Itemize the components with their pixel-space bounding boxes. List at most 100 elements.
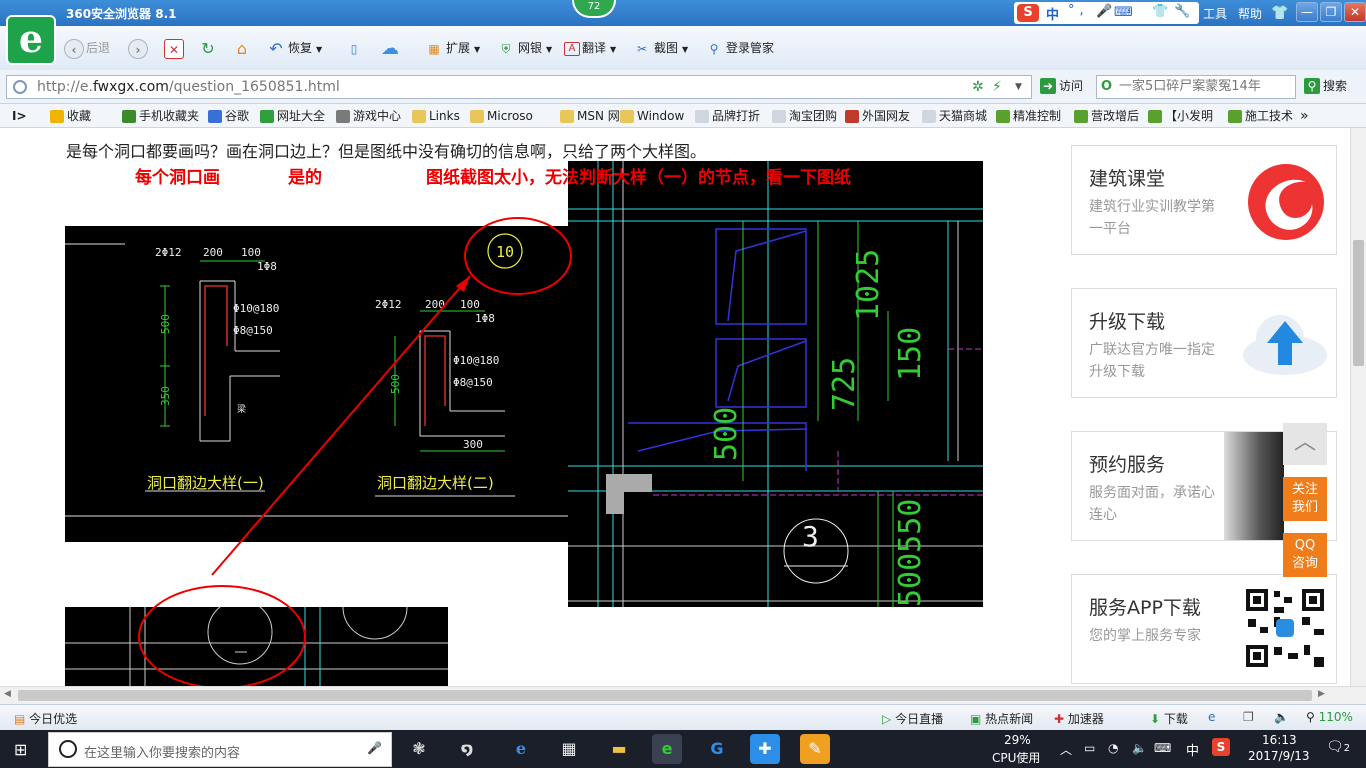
follow-us-button[interactable]: 关注我们	[1283, 477, 1327, 521]
today-picks[interactable]: ▤ 今日优选	[14, 710, 77, 727]
skin-shirt-icon[interactable]: 👕	[1271, 5, 1288, 21]
visit-button[interactable]: ➜ 访问	[1040, 77, 1083, 94]
chevron-down-icon[interactable]: ▼	[1015, 76, 1022, 98]
bookmark-item[interactable]: 手机收藏夹	[122, 107, 199, 125]
play-icon: ▷	[882, 712, 892, 726]
keyboard-icon[interactable]: ⌨	[1114, 5, 1133, 20]
ime-indicator[interactable]: 中	[1186, 740, 1199, 759]
window-icon[interactable]: ❐	[1243, 710, 1254, 724]
tray-expand-icon[interactable]: ︿	[1060, 741, 1072, 758]
bookmark-item[interactable]: 游戏中心	[336, 107, 401, 125]
loading-icon[interactable]: ✲	[972, 76, 984, 98]
ime-punct[interactable]: °,	[1068, 3, 1089, 18]
task-view-icon[interactable]: ❃	[404, 734, 434, 764]
extend-button[interactable]: ▦ 扩展 ▼	[424, 36, 480, 60]
volume-icon[interactable]: 🔈	[1132, 741, 1147, 755]
bookmark-item[interactable]: MSN 网	[560, 107, 620, 125]
sidebar-card-course[interactable]: 建筑课堂 建筑行业实训教学第一平台	[1071, 145, 1337, 255]
store-icon[interactable]: ▦	[554, 734, 584, 764]
stop-button[interactable]: ✕	[164, 36, 186, 60]
screenshot-button[interactable]: ✂ 截图 ▼	[632, 36, 688, 60]
ime-toolbar[interactable]: S 中 °, 🎤 ⌨ 👕 🔧	[1014, 2, 1199, 24]
file-explorer-icon[interactable]: ▬	[604, 734, 634, 764]
sogou-tray-icon[interactable]: S	[1212, 738, 1230, 756]
download-manager[interactable]: ⬇ 下载	[1150, 710, 1188, 727]
home-button[interactable]: ⌂	[232, 36, 254, 60]
cloud-button[interactable]: ☁	[380, 36, 402, 60]
wifi-icon[interactable]: ◔	[1108, 741, 1118, 755]
search-input[interactable]: O 一家5口碎尸案蒙冤14年	[1096, 75, 1296, 99]
zoom-level[interactable]: ⚲ 110%	[1306, 710, 1353, 724]
back-button[interactable]: ‹ 后退	[64, 36, 110, 60]
ime-mode[interactable]: 中	[1046, 4, 1059, 23]
bookmark-item[interactable]: 品牌打折	[695, 107, 760, 125]
skin-icon[interactable]: 👕	[1152, 4, 1168, 19]
bookmark-item[interactable]: Window	[620, 107, 684, 125]
browser-logo-icon[interactable]: e	[6, 15, 56, 65]
hot-news[interactable]: ▣ 热点新闻	[970, 710, 1033, 727]
maximize-button[interactable]: ❐	[1320, 2, 1342, 22]
bookmark-item[interactable]: 天猫商城	[922, 107, 987, 125]
accelerator[interactable]: ✚ 加速器	[1054, 710, 1104, 727]
more-bookmarks-icon[interactable]: »	[1300, 107, 1309, 125]
clock-date[interactable]: 2017/9/13	[1248, 749, 1310, 763]
keyboard-icon[interactable]: ⌨	[1154, 741, 1171, 755]
bookmark-item[interactable]: 营改增后	[1074, 107, 1139, 125]
today-live[interactable]: ▷ 今日直播	[882, 710, 943, 727]
scroll-thumb[interactable]	[1353, 240, 1364, 366]
plus-app-icon[interactable]: ✚	[750, 734, 780, 764]
close-button[interactable]: ✕	[1344, 2, 1366, 22]
qq-consult-button[interactable]: QQ咨询	[1283, 533, 1327, 577]
url-input[interactable]: http://e.fwxgx.com/question_1650851.html…	[6, 75, 1032, 99]
back-to-top-button[interactable]: ︿	[1283, 423, 1327, 465]
taskbar-search-box[interactable]: 在这里输入你要搜索的内容 🎤	[48, 732, 392, 767]
menu-tools[interactable]: 工具	[1203, 5, 1227, 22]
restore-button[interactable]: ↶ 恢复 ▼	[266, 36, 322, 60]
microphone-icon[interactable]: 🎤	[1096, 4, 1112, 19]
forward-button[interactable]: ›	[128, 36, 150, 60]
bookmark-item[interactable]: 谷歌	[208, 107, 249, 125]
spiral-app-icon[interactable]: ໑	[452, 734, 482, 764]
bookmark-item[interactable]: 淘宝团购	[772, 107, 837, 125]
scroll-left-icon[interactable]: ◀	[4, 689, 11, 699]
bookmark-item[interactable]: Links	[412, 107, 460, 125]
bookmark-item[interactable]: 外国网友	[845, 107, 910, 125]
login-button[interactable]: ⚲ 登录管家	[704, 36, 774, 60]
menu-help[interactable]: 帮助	[1238, 5, 1262, 22]
scroll-right-icon[interactable]: ▶	[1318, 689, 1325, 699]
security-score-badge[interactable]: 72	[572, 0, 616, 18]
battery-icon[interactable]: ▭	[1084, 741, 1095, 755]
lightning-icon[interactable]: ⚡	[992, 76, 1002, 98]
minimize-button[interactable]: —	[1296, 2, 1318, 22]
sidebar-card-upgrade[interactable]: 升级下载 广联达官方唯一指定升级下载	[1071, 288, 1337, 398]
edge-icon[interactable]: e	[506, 734, 536, 764]
sidebar-card-app[interactable]: 服务APP下载 您的掌上服务专家	[1071, 574, 1337, 684]
refresh-button[interactable]: ↻	[198, 36, 220, 60]
horizontal-scrollbar[interactable]: ◀ ▶	[0, 686, 1366, 704]
bookmark-item[interactable]: 网址大全	[260, 107, 325, 125]
clock-time[interactable]: 16:13	[1262, 733, 1297, 747]
browser-360-taskbar-icon[interactable]: e	[652, 734, 682, 764]
notification-center-icon[interactable]: 🗨2	[1326, 739, 1350, 755]
windows-start-icon[interactable]: ⊞	[14, 740, 27, 759]
notes-app-icon[interactable]: ✎	[800, 734, 830, 764]
microphone-icon[interactable]: 🎤	[367, 741, 382, 755]
scroll-thumb[interactable]	[18, 690, 1312, 701]
netbank-button[interactable]: ⛨ 网银 ▼	[496, 36, 552, 60]
sidebar-toggle-icon[interactable]: I>	[12, 107, 27, 125]
search-button[interactable]: ⚲ 搜索	[1304, 77, 1347, 94]
bookmark-item[interactable]: 精准控制	[996, 107, 1061, 125]
volume-icon[interactable]: 🔈	[1274, 710, 1289, 724]
search-key-icon: ⚲	[709, 41, 719, 56]
wrench-icon[interactable]: 🔧	[1174, 4, 1190, 19]
bookmark-item[interactable]: 【小发明	[1148, 107, 1213, 125]
bookmark-item[interactable]: 施工技术	[1228, 107, 1293, 125]
vertical-scrollbar[interactable]	[1350, 128, 1366, 686]
translate-button[interactable]: A 翻译 ▼	[564, 36, 616, 60]
bookmark-item[interactable]: 收藏	[50, 107, 91, 125]
bookmark-item[interactable]: Microso	[470, 107, 533, 125]
phone-button[interactable]: ▯	[344, 36, 366, 60]
glodon-icon[interactable]: G	[702, 734, 732, 764]
arrow-right-icon: ›	[128, 38, 148, 59]
ie-mode-icon[interactable]: e	[1208, 710, 1215, 724]
